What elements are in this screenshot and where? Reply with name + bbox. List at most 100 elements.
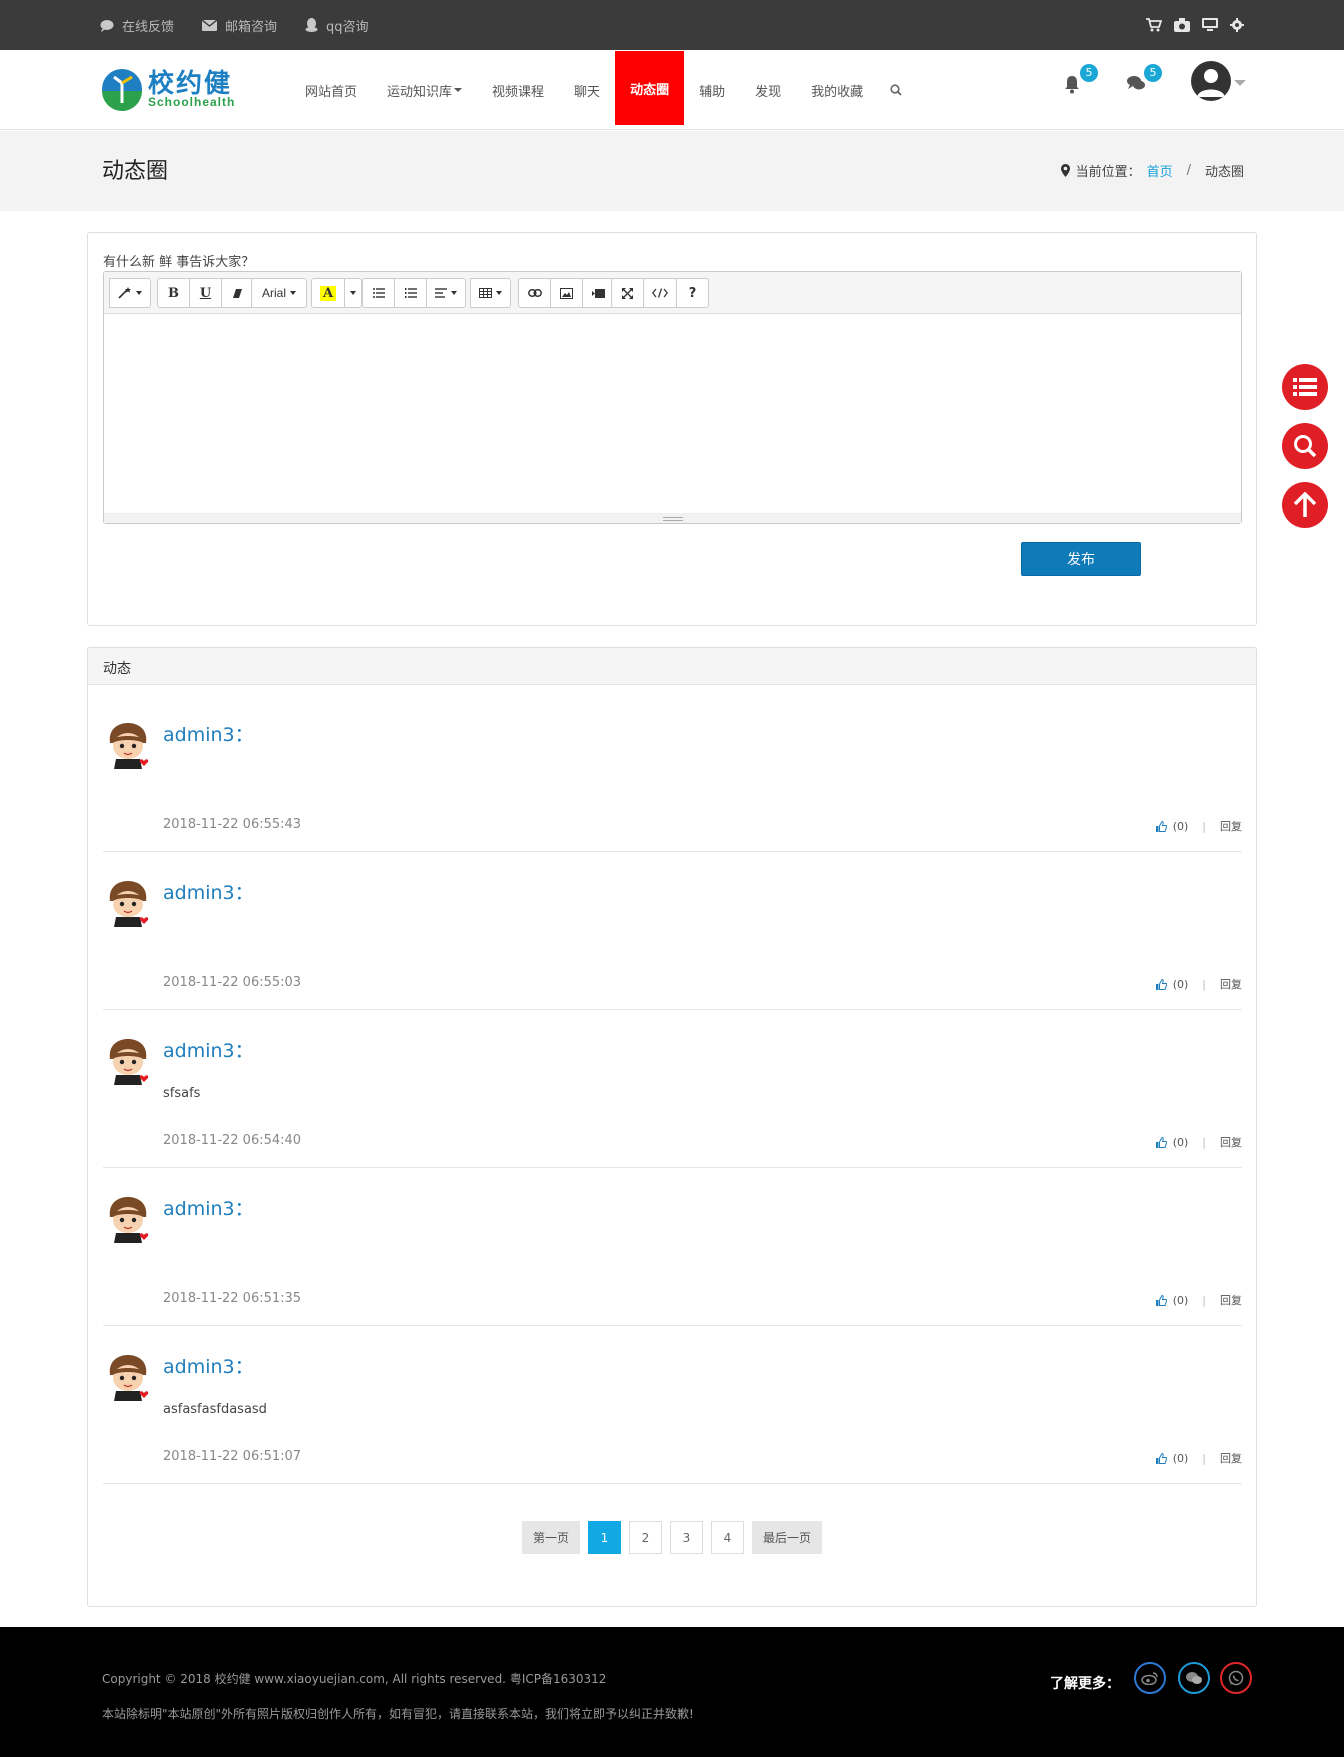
reply-button[interactable]: 回复 bbox=[1220, 1450, 1242, 1466]
post-username[interactable]: admin3： bbox=[163, 1352, 254, 1379]
feed-item: admin3： 2018-11-22 06:51:35 (0) | 回复 bbox=[103, 1168, 1242, 1326]
thumbs-up-icon bbox=[1155, 1294, 1167, 1306]
reply-button[interactable]: 回复 bbox=[1220, 976, 1242, 992]
post-username[interactable]: admin3： bbox=[163, 1036, 254, 1063]
page-button-1[interactable]: 1 bbox=[588, 1521, 621, 1554]
desktop-icon[interactable] bbox=[1202, 18, 1218, 32]
page-button-4[interactable]: 4 bbox=[711, 1521, 744, 1554]
underline-button[interactable]: U bbox=[189, 278, 222, 308]
post-actions: (0) | 回复 bbox=[1155, 818, 1242, 834]
search-float-button[interactable] bbox=[1282, 423, 1328, 469]
page-button-3[interactable]: 3 bbox=[670, 1521, 703, 1554]
thumbs-up-icon bbox=[1155, 978, 1167, 990]
site-logo[interactable]: 校约健 Schoolhealth bbox=[100, 65, 250, 115]
footer-copyright: Copyright © 2018 校约健 www.xiaoyuejian.com… bbox=[102, 1672, 607, 1686]
link-button[interactable] bbox=[518, 278, 551, 308]
nav-item-discover[interactable]: 发现 bbox=[740, 50, 796, 130]
camera-icon[interactable] bbox=[1174, 18, 1190, 32]
nav-item-assist[interactable]: 辅助 bbox=[684, 50, 740, 130]
wechat-link[interactable] bbox=[1178, 1662, 1210, 1694]
breadcrumb-home-link[interactable]: 首页 bbox=[1147, 161, 1173, 180]
post-body: sfsafs bbox=[163, 1086, 201, 1101]
action-divider: | bbox=[1202, 1135, 1206, 1149]
nav-search[interactable] bbox=[878, 50, 914, 130]
whatsapp-icon bbox=[1228, 1670, 1244, 1686]
picture-icon bbox=[560, 287, 573, 299]
logo-mark-icon bbox=[102, 69, 142, 111]
like-button[interactable]: (0) bbox=[1155, 820, 1188, 833]
like-button[interactable]: (0) bbox=[1155, 1294, 1188, 1307]
qq-link[interactable]: qq咨询 bbox=[305, 16, 369, 35]
text-color-button[interactable]: A bbox=[311, 278, 346, 308]
font-family-select[interactable]: Arial bbox=[251, 278, 308, 308]
paragraph-align-button[interactable] bbox=[426, 278, 466, 308]
brand-tagline: Schoolhealth bbox=[148, 95, 236, 109]
page-first-button[interactable]: 第一页 bbox=[521, 1521, 580, 1554]
gear-icon[interactable] bbox=[1230, 18, 1244, 32]
post-avatar[interactable] bbox=[106, 1195, 150, 1243]
nav-item-knowledge[interactable]: 运动知识库 bbox=[372, 50, 477, 130]
whatsapp-link[interactable] bbox=[1220, 1662, 1252, 1694]
thumbs-up-icon bbox=[1155, 820, 1167, 832]
post-username[interactable]: admin3： bbox=[163, 878, 254, 905]
user-avatar[interactable] bbox=[1191, 61, 1231, 101]
messages-button[interactable]: 5 bbox=[1126, 64, 1162, 100]
list-ol-icon bbox=[404, 288, 417, 298]
nav-item-moments[interactable]: 动态圈 bbox=[615, 51, 685, 125]
table-button[interactable] bbox=[470, 278, 511, 308]
reply-button[interactable]: 回复 bbox=[1220, 818, 1242, 834]
help-button[interactable]: ? bbox=[676, 278, 709, 308]
like-button[interactable]: (0) bbox=[1155, 1451, 1189, 1465]
footer-notice: 本站除标明"本站原创"外所有照片版权归创作人所有，如有冒犯，请直接联系本站，我们… bbox=[102, 1707, 694, 1721]
post-username[interactable]: admin3： bbox=[163, 720, 254, 747]
user-avatar-icon bbox=[109, 881, 149, 927]
post-body: asfasfasfdasasd bbox=[163, 1402, 267, 1417]
email-label: 邮箱咨询 bbox=[225, 19, 278, 35]
text-color-dropdown[interactable] bbox=[344, 278, 363, 308]
bold-button[interactable]: B bbox=[157, 278, 190, 308]
page-button-2[interactable]: 2 bbox=[629, 1521, 662, 1554]
list-ul-icon bbox=[372, 288, 385, 298]
style-button[interactable] bbox=[109, 278, 151, 308]
ordered-list-button[interactable] bbox=[394, 278, 427, 308]
menu-float-button[interactable] bbox=[1282, 364, 1328, 410]
code-view-button[interactable] bbox=[643, 278, 677, 308]
clear-format-button[interactable] bbox=[221, 278, 254, 308]
email-link[interactable]: 邮箱咨询 bbox=[202, 16, 277, 35]
back-to-top-button[interactable] bbox=[1282, 482, 1328, 528]
post-avatar[interactable] bbox=[106, 721, 150, 769]
post-avatar[interactable] bbox=[106, 1353, 150, 1401]
like-button[interactable]: (0) bbox=[1155, 978, 1188, 991]
editor-resize-handle[interactable] bbox=[104, 513, 1241, 523]
nav-item-home[interactable]: 网站首页 bbox=[290, 50, 372, 130]
reply-button[interactable]: 回复 bbox=[1220, 1134, 1242, 1150]
notifications-button[interactable]: 5 bbox=[1062, 64, 1098, 100]
nav-item-favorites[interactable]: 我的收藏 bbox=[796, 50, 878, 130]
like-count: (0) bbox=[1172, 1451, 1189, 1465]
post-timestamp: 2018-11-22 06:55:43 bbox=[163, 817, 302, 832]
like-button[interactable]: (0) bbox=[1155, 1136, 1188, 1149]
nav-label: 视频课程 bbox=[492, 84, 545, 100]
post-username[interactable]: admin3： bbox=[163, 1194, 254, 1221]
bullet-list-button[interactable] bbox=[362, 278, 395, 308]
cart-icon[interactable] bbox=[1146, 18, 1162, 32]
breadcrumb: 当前位置： 首页 / 动态圈 bbox=[1060, 161, 1244, 180]
nav-item-videos[interactable]: 视频课程 bbox=[477, 50, 559, 130]
editor-content-area[interactable] bbox=[104, 314, 1241, 513]
rich-text-editor: B U Arial A ? bbox=[103, 271, 1242, 524]
reply-button[interactable]: 回复 bbox=[1220, 1292, 1242, 1308]
user-avatar-icon bbox=[109, 1355, 149, 1401]
font-family-value: Arial bbox=[262, 286, 287, 300]
feedback-link[interactable]: 在线反馈 bbox=[100, 16, 174, 35]
post-avatar[interactable] bbox=[106, 879, 150, 927]
text-color-icon: A bbox=[320, 285, 337, 301]
bell-icon bbox=[1065, 76, 1079, 94]
publish-button[interactable]: 发布 bbox=[1021, 542, 1141, 576]
post-avatar[interactable] bbox=[106, 1037, 150, 1085]
image-button[interactable] bbox=[550, 278, 583, 308]
weibo-link[interactable] bbox=[1134, 1662, 1166, 1694]
fullscreen-button[interactable] bbox=[611, 278, 644, 308]
nav-item-chat[interactable]: 聊天 bbox=[559, 50, 615, 130]
page-last-button[interactable]: 最后一页 bbox=[752, 1521, 823, 1554]
user-menu-caret-icon[interactable] bbox=[1234, 80, 1246, 86]
